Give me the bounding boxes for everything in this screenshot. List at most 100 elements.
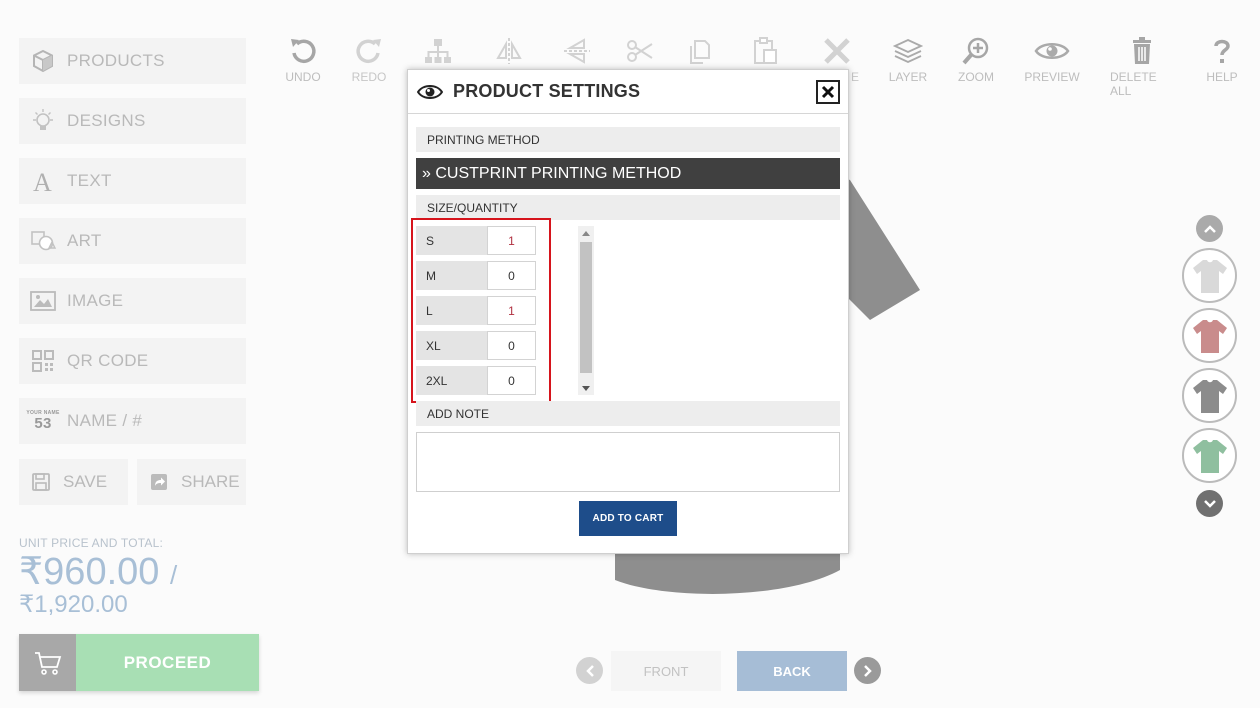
product-settings-dialog: PRODUCT SETTINGS PRINTING METHOD » CUSTP… (407, 69, 849, 554)
question-mark-icon (1214, 39, 1230, 63)
proceed-button[interactable]: PROCEED (19, 634, 259, 691)
zoom-in-icon (962, 37, 989, 65)
chevron-down-icon (1203, 499, 1216, 508)
size-list-scrollbar[interactable] (578, 226, 594, 395)
cart-icon (19, 634, 76, 691)
add-note-label: ADD NOTE (416, 401, 840, 426)
color-swatch[interactable] (1182, 368, 1237, 423)
layer-button[interactable]: LAYER (876, 36, 940, 84)
flip-vertical-button[interactable] (545, 36, 609, 70)
sidebar-item-label: PRODUCTS (67, 51, 165, 70)
cube-icon (19, 49, 67, 73)
eye-icon (417, 84, 443, 99)
trash-icon (1133, 37, 1151, 64)
sidebar-item-name-number[interactable]: YOUR NAME 53 NAME / # (19, 398, 246, 444)
tshirt-icon (1192, 259, 1227, 293)
sidebar-item-designs[interactable]: DESIGNS (19, 98, 246, 144)
share-button[interactable]: SHARE (137, 459, 246, 505)
scroll-up-arrow-icon[interactable] (578, 226, 594, 240)
size-label: S (416, 226, 487, 255)
prev-view-button[interactable] (576, 657, 603, 684)
scissors-icon (627, 40, 653, 62)
sidebar-item-art[interactable]: ART (19, 218, 246, 264)
qr-code-icon (19, 350, 67, 372)
close-button[interactable] (816, 80, 840, 104)
printing-method-label: PRINTING METHOD (416, 127, 840, 152)
help-button[interactable]: HELP (1190, 36, 1254, 84)
sidebar-item-image[interactable]: IMAGE (19, 278, 246, 324)
zoom-button[interactable]: ZOOM (944, 36, 1008, 84)
tshirt-icon (1192, 379, 1227, 413)
paste-button[interactable] (734, 36, 798, 70)
cut-button[interactable] (608, 36, 672, 70)
color-swatch[interactable] (1182, 248, 1237, 303)
undo-button[interactable]: UNDO (271, 36, 335, 84)
share-icon (137, 473, 181, 491)
name-number-icon: YOUR NAME 53 (26, 410, 60, 432)
sidebar-item-label: ART (67, 231, 102, 250)
redo-button[interactable]: REDO (337, 36, 401, 84)
swatch-scroll-down[interactable] (1196, 490, 1223, 517)
copy-icon (690, 40, 710, 64)
sidebar-item-qr-code[interactable]: QR CODE (19, 338, 246, 384)
x-icon (824, 38, 850, 64)
swatch-scroll-up[interactable] (1196, 215, 1223, 242)
price-label: UNIT PRICE AND TOTAL: (19, 536, 164, 550)
quantity-input[interactable]: 1 (487, 226, 536, 255)
size-label: 2XL (416, 366, 487, 395)
size-quantity-label: SIZE/QUANTITY (416, 195, 840, 220)
size-label: XL (416, 331, 487, 360)
layers-icon (893, 39, 923, 63)
quantity-input[interactable]: 0 (487, 331, 536, 360)
back-view-button[interactable]: BACK (737, 651, 847, 691)
chevron-up-icon (1203, 224, 1216, 233)
eye-icon (1034, 43, 1070, 59)
color-swatch[interactable] (1182, 428, 1237, 483)
printing-method-option[interactable]: » CUSTPRINT PRINTING METHOD (416, 158, 840, 189)
scrollbar-thumb[interactable] (580, 242, 592, 373)
sidebar-item-label: TEXT (67, 171, 112, 190)
size-row: 2XL 0 (416, 366, 536, 395)
save-label: SAVE (63, 472, 108, 491)
shapes-icon (19, 229, 67, 253)
sidebar-item-products[interactable]: PRODUCTS (19, 38, 246, 84)
hierarchy-icon (425, 39, 451, 63)
quantity-input[interactable]: 0 (487, 366, 536, 395)
quantity-input[interactable]: 1 (487, 296, 536, 325)
next-view-button[interactable] (854, 657, 881, 684)
chevron-right-icon (863, 664, 872, 677)
front-view-button[interactable]: FRONT (611, 651, 721, 691)
dialog-header: PRODUCT SETTINGS (408, 70, 848, 114)
size-row: M 0 (416, 261, 536, 290)
image-icon (19, 291, 67, 311)
unit-price: ₹960.00 / (19, 551, 178, 593)
paste-icon (754, 37, 777, 64)
sidebar-item-label: IMAGE (67, 291, 124, 310)
flip-horizontal-button[interactable] (477, 36, 541, 70)
floppy-disk-icon (19, 473, 63, 491)
dialog-title: PRODUCT SETTINGS (453, 81, 641, 101)
note-textarea[interactable] (416, 432, 840, 492)
save-button[interactable]: SAVE (19, 459, 128, 505)
color-swatch[interactable] (1182, 308, 1237, 363)
quantity-input[interactable]: 0 (487, 261, 536, 290)
sidebar-item-label: NAME / # (67, 411, 143, 430)
flip-vertical-icon (564, 38, 590, 64)
preview-button[interactable]: PREVIEW (1020, 36, 1084, 84)
total-price: ₹1,920.00 (19, 591, 128, 618)
redo-icon (356, 39, 381, 63)
copy-button[interactable] (669, 36, 733, 70)
svg-text:A: A (33, 168, 52, 194)
size-label: M (416, 261, 487, 290)
size-label: L (416, 296, 487, 325)
delete-all-button[interactable]: DELETE ALL (1110, 36, 1174, 98)
chevron-left-icon (585, 664, 594, 677)
size-row: L 1 (416, 296, 536, 325)
scroll-down-arrow-icon[interactable] (578, 381, 594, 395)
sidebar-item-text[interactable]: A TEXT (19, 158, 246, 204)
flip-horizontal-icon (496, 38, 522, 64)
add-to-cart-button[interactable]: ADD TO CART (579, 501, 677, 536)
arrange-button[interactable] (406, 36, 470, 70)
close-icon (821, 85, 835, 99)
proceed-label: PROCEED (76, 634, 259, 691)
